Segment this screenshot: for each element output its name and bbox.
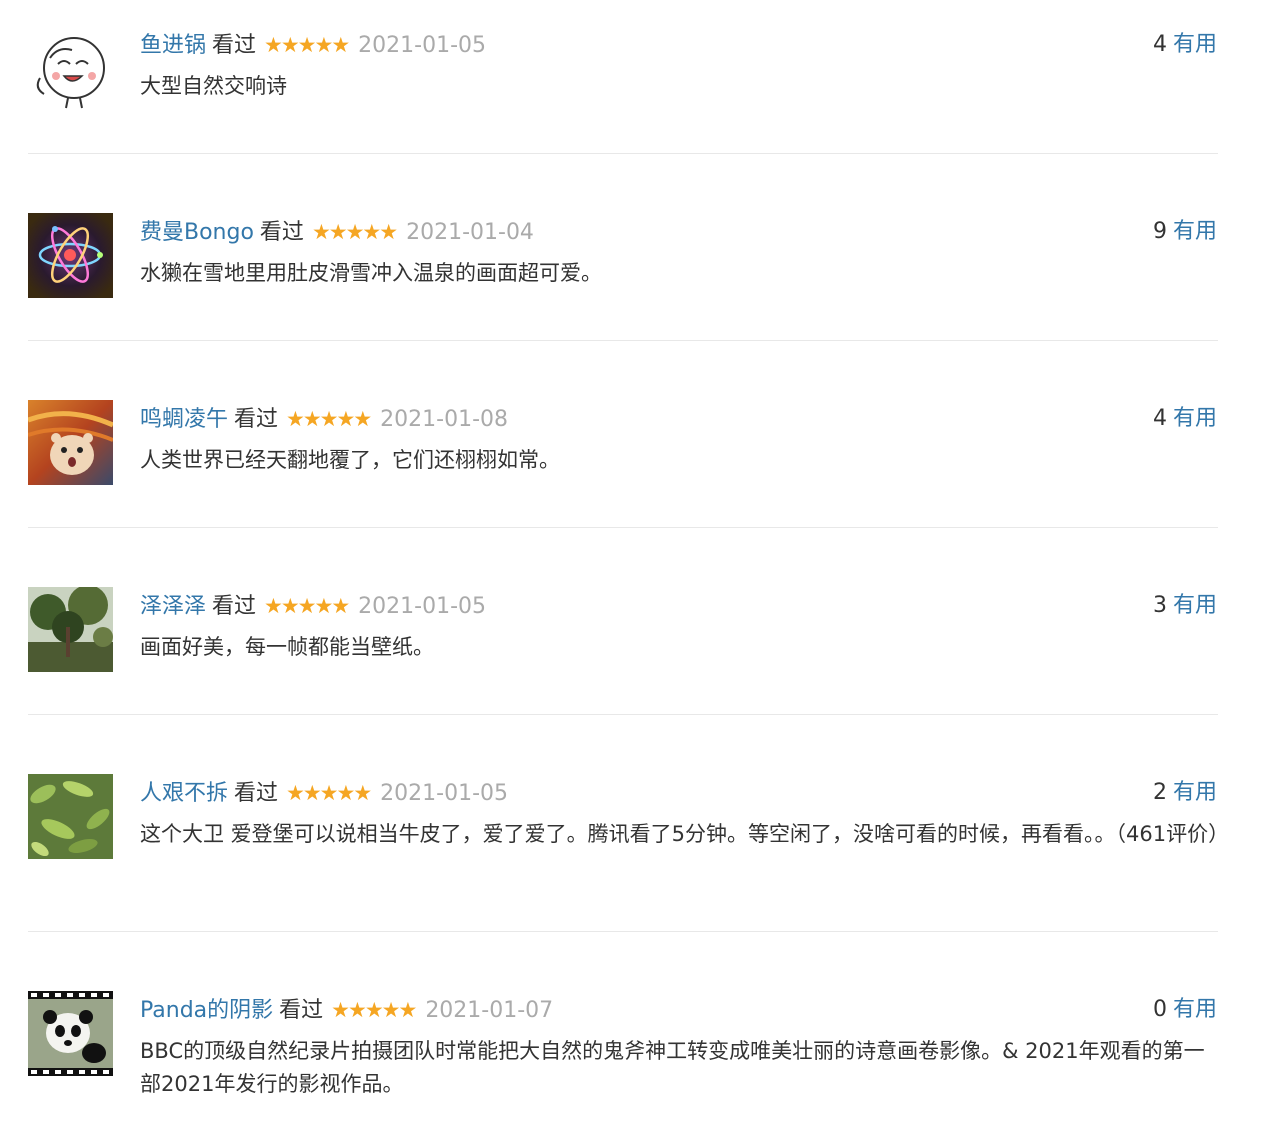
comment-text: 人类世界已经天翻地覆了，它们还栩栩如常。 <box>140 448 560 472</box>
useful-vote: 3 有用 <box>1153 589 1217 623</box>
watch-status: 看过 <box>212 594 257 619</box>
avatar[interactable] <box>28 28 113 113</box>
divider <box>28 527 1218 528</box>
useful-count: 9 <box>1152 219 1167 244</box>
useful-button[interactable]: 有用 <box>1173 997 1217 1022</box>
watch-status: 看过 <box>279 998 324 1023</box>
useful-button[interactable]: 有用 <box>1173 780 1217 805</box>
watch-status: 看过 <box>212 33 257 58</box>
useful-count: 2 <box>1152 780 1167 805</box>
comment-date: 2021-01-04 <box>406 220 534 245</box>
atom-avatar-icon <box>28 213 113 298</box>
username-link[interactable]: 泽泽泽 <box>140 594 206 619</box>
useful-count: 4 <box>1152 406 1167 431</box>
useful-vote: 4 有用 <box>1153 402 1217 436</box>
watch-status: 看过 <box>234 407 279 432</box>
rating-stars: ★★★★★ <box>311 220 398 244</box>
divider <box>28 153 1218 154</box>
useful-count: 0 <box>1152 997 1167 1022</box>
useful-count: 4 <box>1152 32 1167 57</box>
rating-stars: ★★★★★ <box>264 33 350 57</box>
avatar[interactable] <box>28 400 113 485</box>
rating-stars: ★★★★★ <box>286 781 372 805</box>
comment-date: 2021-01-05 <box>358 594 487 619</box>
divider <box>28 340 1218 341</box>
comment-date: 2021-01-07 <box>425 998 554 1023</box>
divider <box>28 931 1218 932</box>
username-link[interactable]: Panda的阴影 <box>140 998 273 1023</box>
useful-vote: 9 有用 <box>1153 215 1217 249</box>
comment-text: 大型自然交响诗 <box>140 74 287 98</box>
useful-button[interactable]: 有用 <box>1173 219 1217 244</box>
username-link[interactable]: 鱼进锅 <box>140 33 206 58</box>
comment-meta: Panda的阴影 看过 ★★★★★ 2021-01-07 <box>140 993 553 1027</box>
comment-meta: 鱼进锅 看过 ★★★★★ 2021-01-05 <box>140 28 486 62</box>
avatar[interactable] <box>28 991 113 1076</box>
comment-text: 画面好美，每一帧都能当壁纸。 <box>140 635 434 659</box>
divider <box>28 714 1218 715</box>
comment-text: BBC的顶级自然纪录片拍摄团队时常能把大自然的鬼斧神工转变成唯美壮丽的诗意画卷影… <box>140 1039 1205 1096</box>
comment-text: 这个大卫 爱登堡可以说相当牛皮了，爱了爱了。腾讯看了5分钟。等空闲了，没啥可看的… <box>140 822 1230 846</box>
comment-meta: 人艰不拆 看过 ★★★★★ 2021-01-05 <box>140 776 508 810</box>
username-link[interactable]: 鸣蜩凌午 <box>140 407 228 432</box>
forest-avatar-icon <box>28 587 113 672</box>
panda-film-avatar-icon <box>28 991 113 1076</box>
useful-vote: 4 有用 <box>1153 28 1217 62</box>
rating-stars: ★★★★★ <box>264 594 350 618</box>
comment-text: 水獭在雪地里用肚皮滑雪冲入温泉的画面超可爱。 <box>140 261 602 285</box>
comment-date: 2021-01-05 <box>380 781 509 806</box>
useful-button[interactable]: 有用 <box>1173 32 1217 57</box>
useful-vote: 2 有用 <box>1153 776 1217 810</box>
hamster-scream-avatar-icon <box>28 400 113 485</box>
watch-status: 看过 <box>259 220 304 245</box>
comment-date: 2021-01-08 <box>380 407 509 432</box>
rating-stars: ★★★★★ <box>286 407 372 431</box>
cartoon-face-avatar-icon <box>28 28 113 113</box>
avatar[interactable] <box>28 774 113 859</box>
comment-meta: 泽泽泽 看过 ★★★★★ 2021-01-05 <box>140 589 486 623</box>
comment-meta: 费曼Bongo 看过 ★★★★★ 2021-01-04 <box>140 215 534 249</box>
useful-button[interactable]: 有用 <box>1173 406 1217 431</box>
username-link[interactable]: 费曼Bongo <box>140 220 254 245</box>
watch-status: 看过 <box>234 781 279 806</box>
comment-date: 2021-01-05 <box>358 33 487 58</box>
useful-vote: 0 有用 <box>1153 993 1217 1027</box>
useful-count: 3 <box>1152 593 1167 618</box>
useful-button[interactable]: 有用 <box>1173 593 1217 618</box>
avatar[interactable] <box>28 213 113 298</box>
username-link[interactable]: 人艰不拆 <box>140 781 228 806</box>
comment-meta: 鸣蜩凌午 看过 ★★★★★ 2021-01-08 <box>140 402 508 436</box>
rating-stars: ★★★★★ <box>331 998 417 1022</box>
avatar[interactable] <box>28 587 113 672</box>
comment-list: 鱼进锅 看过 ★★★★★ 2021-01-05 4 有用 大型自然交响诗 费曼B… <box>0 0 1280 1138</box>
leaves-avatar-icon <box>28 774 113 859</box>
